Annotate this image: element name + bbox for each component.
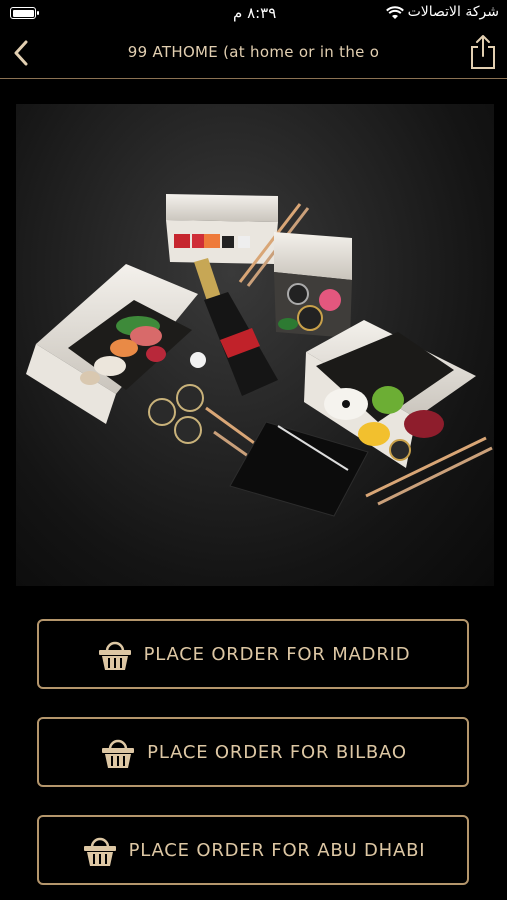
battery-icon (10, 7, 39, 19)
order-madrid-label: PLACE ORDER FOR MADRID (143, 643, 411, 665)
hero-image (16, 104, 494, 586)
basket-icon (83, 837, 116, 866)
order-bilbao-button[interactable]: PLACE ORDER FOR BILBAO (37, 717, 469, 787)
chevron-left-icon (14, 40, 28, 66)
status-time: ٨:٣٩ م (233, 4, 277, 22)
order-abu-dhabi-button[interactable]: PLACE ORDER FOR ABU DHABI (37, 815, 469, 885)
food-photo-illustration (26, 194, 493, 517)
basket-icon (102, 739, 135, 768)
order-bilbao-label: PLACE ORDER FOR BILBAO (147, 741, 407, 763)
wifi-icon (386, 6, 404, 19)
status-bar: ٨:٣٩ م شركة الاتصالات (0, 0, 507, 28)
order-madrid-button[interactable]: PLACE ORDER FOR MADRID (37, 619, 469, 689)
carrier-name: شركة الاتصالات (407, 4, 499, 20)
share-button[interactable] (469, 34, 497, 70)
champagne-bottle (194, 258, 278, 396)
back-button[interactable] (8, 38, 34, 68)
navigation-bar: 99 ATHOME (at home or in the o (0, 28, 507, 79)
share-icon (471, 35, 495, 69)
basket-icon (98, 641, 131, 670)
sushi-box-medium (274, 232, 352, 338)
order-abu-dhabi-label: PLACE ORDER FOR ABU DHABI (128, 839, 426, 861)
sashimi-box-large (26, 264, 198, 424)
page-title: 99 ATHOME (at home or in the o (127, 43, 380, 61)
